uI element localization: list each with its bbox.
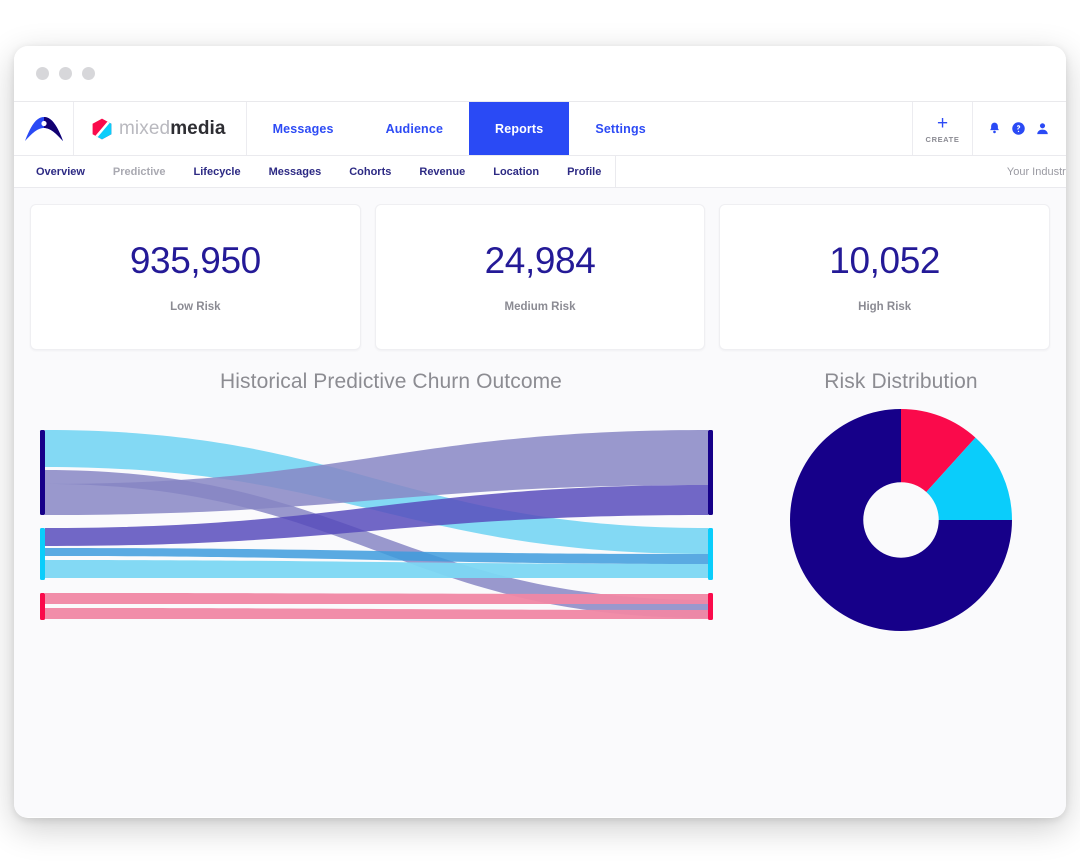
card-medium-risk[interactable]: 24,984 Medium Risk [374, 204, 706, 350]
risk-distribution-donut[interactable] [785, 404, 1017, 636]
nav-tab-reports[interactable]: Reports [469, 102, 570, 155]
industry-selector[interactable]: Your Industry [615, 156, 1066, 187]
card-high-risk-value: 10,052 [829, 239, 941, 281]
user-icon[interactable] [1035, 121, 1050, 136]
card-medium-risk-value: 24,984 [484, 239, 596, 281]
sankey-node[interactable] [708, 593, 713, 620]
subnav-item-predictive[interactable]: Predictive [99, 166, 180, 178]
charts-row: Historical Predictive Churn Outcome Risk… [30, 370, 1050, 636]
browser-window: mixedmedia Messages Audience Reports Set… [14, 46, 1066, 818]
subnav-item-profile[interactable]: Profile [553, 166, 615, 178]
subnav-item-revenue[interactable]: Revenue [405, 166, 479, 178]
card-high-risk-label: High Risk [858, 300, 912, 313]
sankey-node[interactable] [708, 528, 713, 580]
card-low-risk[interactable]: 935,950 Low Risk [30, 204, 361, 350]
brand-name: mixedmedia [119, 118, 226, 140]
bell-icon[interactable] [987, 121, 1002, 136]
sankey-link[interactable] [45, 593, 708, 604]
sankey-node[interactable] [40, 430, 45, 515]
dashboard-content: 935,950 Low Risk 24,984 Medium Risk 10,0… [14, 188, 1066, 817]
subnav-item-overview[interactable]: Overview [14, 166, 99, 178]
nav-tab-messages[interactable]: Messages [247, 102, 360, 155]
sankey-node[interactable] [708, 430, 713, 515]
sankey-node[interactable] [40, 593, 45, 620]
app-top-navigation: mixedmedia Messages Audience Reports Set… [14, 102, 1066, 156]
app-logo[interactable] [14, 102, 74, 155]
window-zoom-button[interactable] [82, 67, 95, 80]
historical-predictive-churn-sankey[interactable] [30, 418, 730, 628]
industry-label: Your Industry [1006, 165, 1066, 178]
create-button[interactable]: + CREATE [912, 102, 972, 155]
nav-tab-audience[interactable]: Audience [360, 102, 469, 155]
brand-name-bold: media [170, 117, 226, 139]
donut-chart-panel: Risk Distribution [752, 370, 1050, 636]
header-icon-group [972, 102, 1066, 155]
nav-tab-settings[interactable]: Settings [569, 102, 672, 155]
sankey-chart-title: Historical Predictive Churn Outcome [220, 370, 562, 393]
subnav-item-location[interactable]: Location [479, 166, 553, 178]
subnav-item-messages[interactable]: Messages [255, 166, 336, 178]
sankey-node[interactable] [40, 528, 45, 580]
card-medium-risk-label: Medium Risk [504, 300, 576, 313]
brand-lockup[interactable]: mixedmedia [74, 102, 247, 155]
card-low-risk-value: 935,950 [129, 239, 261, 281]
window-minimize-button[interactable] [59, 67, 72, 80]
create-button-label: CREATE [925, 134, 960, 144]
card-high-risk[interactable]: 10,052 High Risk [719, 204, 1051, 350]
arrow-logo-icon [24, 116, 63, 141]
card-low-risk-label: Low Risk [170, 300, 221, 313]
help-icon[interactable] [1011, 121, 1026, 136]
donut-chart-title: Risk Distribution [824, 370, 978, 393]
window-close-button[interactable] [36, 67, 49, 80]
subnav-item-cohorts[interactable]: Cohorts [335, 166, 405, 178]
secondary-navigation: Overview Predictive Lifecycle Messages C… [14, 156, 1066, 188]
sankey-chart-panel: Historical Predictive Churn Outcome [30, 370, 752, 636]
primary-nav-tabs: Messages Audience Reports Settings [247, 102, 672, 155]
window-titlebar [14, 46, 1066, 102]
brand-name-light: mixed [119, 117, 171, 139]
plus-icon: + [936, 112, 949, 134]
hexagon-brand-icon [92, 118, 112, 139]
risk-summary-cards: 935,950 Low Risk 24,984 Medium Risk 10,0… [30, 204, 1051, 350]
subnav-item-lifecycle[interactable]: Lifecycle [180, 166, 255, 178]
donut-wrap [752, 404, 1050, 636]
